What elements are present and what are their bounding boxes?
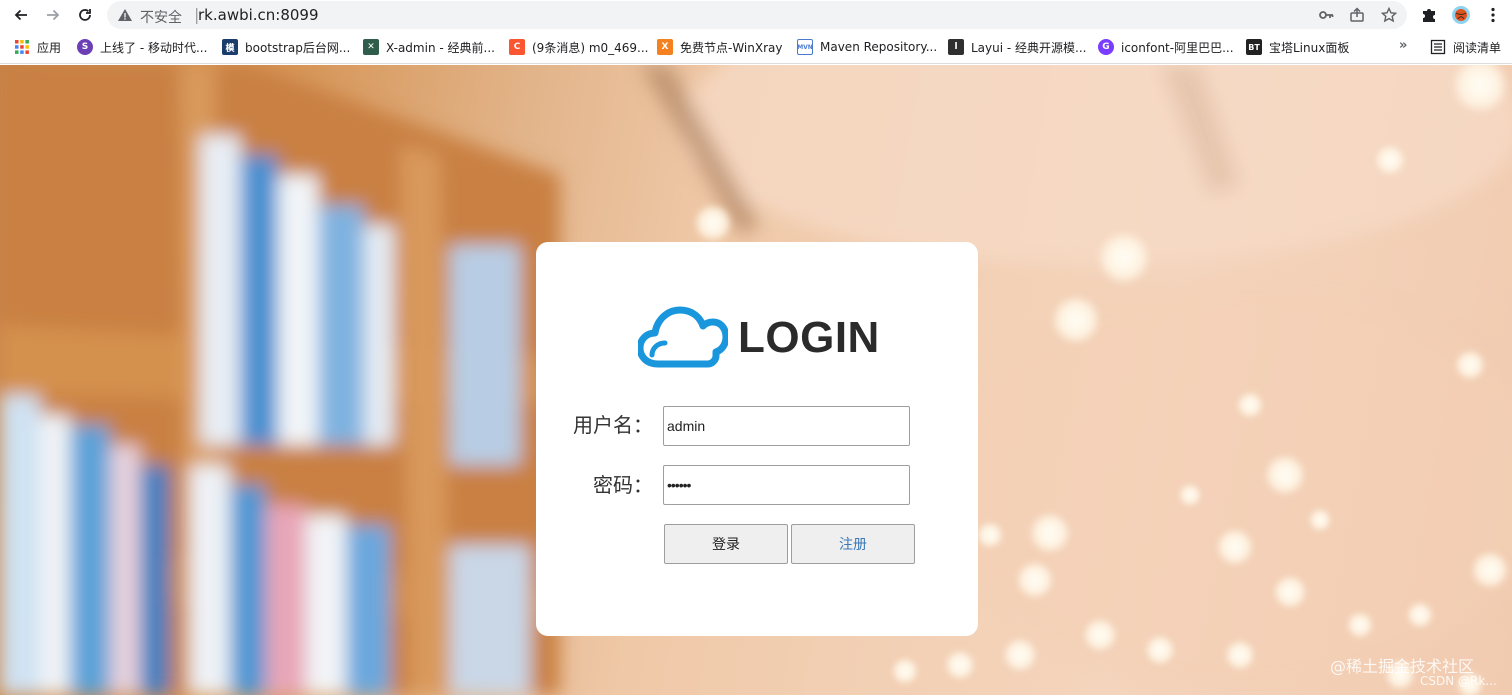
bookmark-label: 免费节点-WinXray bbox=[680, 40, 783, 55]
bookmarks-overflow-button[interactable]: » bbox=[1399, 38, 1407, 53]
x-admin-icon: ✕ bbox=[363, 39, 379, 55]
blue-mo-icon: 模 bbox=[222, 39, 238, 55]
profile-avatar-icon[interactable] bbox=[1452, 6, 1470, 24]
reading-list-icon bbox=[1430, 39, 1446, 55]
bookmark-label: iconfont-阿里巴巴... bbox=[1121, 40, 1234, 55]
password-label: 密码： bbox=[593, 473, 653, 497]
bookmark-label: Layui - 经典开源模... bbox=[971, 40, 1087, 55]
bookmark-item[interactable]: BT 宝塔Linux面板 bbox=[1246, 38, 1349, 56]
bookmark-label: 应用 bbox=[37, 40, 62, 55]
back-arrow-icon bbox=[14, 9, 27, 21]
bookmark-item[interactable]: l Layui - 经典开源模... bbox=[948, 38, 1086, 56]
iconfont-icon: G bbox=[1098, 39, 1114, 55]
forward-button[interactable] bbox=[41, 3, 65, 27]
share-icon[interactable] bbox=[1349, 7, 1365, 23]
bookmark-item[interactable]: 模 bootstrap后台网... bbox=[222, 38, 350, 56]
bookmark-label: (9条消息) m0_469... bbox=[532, 40, 649, 55]
browser-toolbar: 不安全 | rk.awbi.cn:8099 bbox=[0, 0, 1512, 30]
star-icon[interactable] bbox=[1381, 7, 1397, 23]
purple-s-icon: S bbox=[77, 39, 93, 55]
apps-grid-icon bbox=[15, 40, 29, 54]
layui-icon: l bbox=[948, 39, 964, 55]
reading-list-label: 阅读清单 bbox=[1453, 40, 1502, 55]
login-title: LOGIN bbox=[738, 313, 880, 362]
address-bar[interactable]: 不安全 | rk.awbi.cn:8099 bbox=[107, 1, 1407, 29]
warning-triangle-icon[interactable] bbox=[117, 7, 133, 23]
bookmark-item[interactable]: G iconfont-阿里巴巴... bbox=[1098, 38, 1234, 56]
orange-x-icon: X bbox=[657, 39, 673, 55]
mvn-icon: MVN bbox=[797, 39, 813, 55]
more-vert-icon[interactable] bbox=[1484, 6, 1502, 24]
bookmark-label: 上线了 - 移动时代... bbox=[100, 40, 208, 55]
bookmark-label: 宝塔Linux面板 bbox=[1269, 40, 1350, 55]
bookmark-item[interactable]: C (9条消息) m0_469... bbox=[509, 38, 649, 56]
reading-list-button[interactable]: 阅读清单 bbox=[1430, 38, 1501, 56]
bookmark-label: bootstrap后台网... bbox=[245, 40, 351, 55]
csdn-watermark: CSDN @Rk... bbox=[1420, 674, 1497, 688]
back-button[interactable] bbox=[9, 3, 33, 27]
bookmark-label: Maven Repository... bbox=[820, 40, 938, 54]
key-icon[interactable] bbox=[1318, 7, 1334, 23]
bookmarks-bar: 应用 S 上线了 - 移动时代... 模 bootstrap后台网... ✕ X… bbox=[0, 30, 1512, 64]
csdn-c-icon: C bbox=[509, 39, 525, 55]
bookmark-item[interactable]: X 免费节点-WinXray bbox=[657, 38, 782, 56]
password-input[interactable] bbox=[663, 465, 910, 505]
bookmark-item[interactable]: ✕ X-admin - 经典前... bbox=[363, 38, 495, 56]
reload-icon bbox=[79, 9, 91, 21]
bookmark-item[interactable]: S 上线了 - 移动时代... bbox=[77, 38, 207, 56]
username-input[interactable] bbox=[663, 406, 910, 446]
register-button[interactable]: 注册 bbox=[791, 524, 915, 564]
puzzle-extension-icon[interactable] bbox=[1420, 6, 1438, 24]
cloud-logo-icon bbox=[638, 306, 728, 368]
username-label: 用户名： bbox=[573, 413, 653, 437]
bookmark-apps[interactable]: 应用 bbox=[14, 38, 61, 56]
login-button[interactable]: 登录 bbox=[664, 524, 788, 564]
security-label[interactable]: 不安全 bbox=[140, 7, 182, 27]
reload-button[interactable] bbox=[73, 3, 97, 27]
bookmark-label: X-admin - 经典前... bbox=[386, 40, 495, 55]
bt-icon: BT bbox=[1246, 39, 1262, 55]
url-text[interactable]: rk.awbi.cn:8099 bbox=[198, 6, 319, 24]
forward-arrow-icon bbox=[47, 9, 60, 21]
bookmark-item[interactable]: MVN Maven Repository... bbox=[797, 38, 937, 56]
